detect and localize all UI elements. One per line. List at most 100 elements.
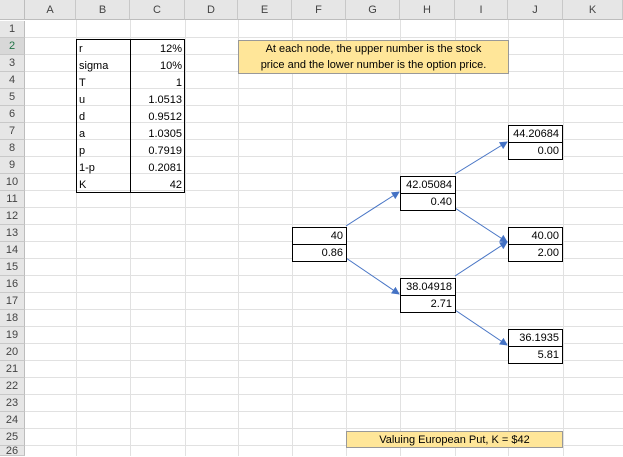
row-header[interactable]: 24 [0, 412, 25, 429]
note-line-1: At each node, the upper number is the st… [265, 43, 482, 55]
tree-node-down[interactable]: 38.04918 2.71 [400, 278, 456, 313]
param-label-k[interactable]: K [76, 176, 130, 193]
column-header-c[interactable]: C [130, 0, 185, 20]
grid-line [25, 411, 623, 412]
param-label-t[interactable]: T [76, 74, 130, 91]
row-header[interactable]: 13 [0, 225, 25, 242]
column-header-d[interactable]: D [185, 0, 238, 20]
node-option-price: 0.86 [321, 246, 343, 259]
param-label-p[interactable]: p [76, 142, 130, 159]
row-header[interactable]: 17 [0, 293, 25, 310]
node-stock-price: 38.04918 [401, 279, 455, 296]
node-option-price: 2.71 [430, 297, 452, 310]
column-header-i[interactable]: I [455, 0, 508, 20]
grid-line [25, 428, 623, 429]
column-header-j[interactable]: J [508, 0, 563, 20]
param-label-a[interactable]: a [76, 125, 130, 142]
row-header[interactable]: 2 [0, 38, 25, 55]
grid-line [455, 20, 456, 456]
grid-line [25, 224, 623, 225]
row-header[interactable]: 5 [0, 89, 25, 106]
row-header[interactable]: 12 [0, 208, 25, 225]
row-header[interactable]: 11 [0, 191, 25, 208]
arrow-down-to-downdown [454, 309, 508, 346]
param-value-u[interactable]: 1.0513 [130, 91, 185, 108]
select-all-corner[interactable] [0, 0, 25, 20]
row-header[interactable]: 26 [0, 445, 25, 457]
grid-line [238, 20, 239, 456]
tree-title[interactable]: Valuing European Put, K = $42 [346, 431, 563, 448]
grid-line [25, 292, 623, 293]
row-header[interactable]: 7 [0, 123, 25, 140]
row-header[interactable]: 9 [0, 157, 25, 174]
param-value-d[interactable]: 0.9512 [130, 108, 185, 125]
row-header[interactable]: 22 [0, 378, 25, 395]
column-header-h[interactable]: H [400, 0, 455, 20]
param-label-1-p[interactable]: 1-p [76, 159, 130, 176]
grid-line [563, 20, 564, 456]
column-header-g[interactable]: G [346, 0, 400, 20]
row-header[interactable]: 3 [0, 55, 25, 72]
explanation-note[interactable]: At each node, the upper number is the st… [238, 40, 509, 74]
tree-node-downdown[interactable]: 36.1935 5.81 [508, 329, 563, 364]
row-header[interactable]: 14 [0, 242, 25, 259]
row-header[interactable]: 23 [0, 395, 25, 412]
row-header[interactable]: 16 [0, 276, 25, 293]
tree-node-upup[interactable]: 44.20684 0.00 [508, 125, 563, 160]
grid-line [400, 20, 401, 456]
note-line-2: price and the lower number is the option… [260, 59, 487, 71]
param-value-t[interactable]: 1 [130, 74, 185, 91]
arrow-up-to-upup [454, 141, 508, 175]
node-stock-price: 44.20684 [509, 126, 562, 143]
grid-line [25, 309, 623, 310]
row-header[interactable]: 15 [0, 259, 25, 276]
column-header-b[interactable]: B [76, 0, 130, 20]
param-value-1-p[interactable]: 0.2081 [130, 159, 185, 176]
tree-node-root[interactable]: 40 0.86 [292, 227, 347, 262]
column-header-e[interactable]: E [238, 0, 292, 20]
spreadsheet[interactable]: A B C D E F G H I J K 1 2 3 4 5 6 7 8 9 … [0, 0, 623, 457]
row-header[interactable]: 18 [0, 310, 25, 327]
column-header-k[interactable]: K [563, 0, 623, 20]
param-value-a[interactable]: 1.0305 [130, 125, 185, 142]
grid-line [25, 37, 623, 38]
param-value-r[interactable]: 12% [130, 40, 185, 57]
param-value-k[interactable]: 42 [130, 176, 185, 193]
param-label-d[interactable]: d [76, 108, 130, 125]
arrow-root-to-up [345, 191, 400, 227]
param-label-r[interactable]: r [76, 40, 130, 57]
grid-line [25, 394, 623, 395]
row-header[interactable]: 4 [0, 72, 25, 89]
tree-node-updown[interactable]: 40.00 2.00 [508, 227, 563, 262]
param-label-u[interactable]: u [76, 91, 130, 108]
grid-line [25, 275, 623, 276]
node-option-price: 2.00 [537, 246, 559, 259]
tree-node-up[interactable]: 42.05084 0.40 [400, 176, 456, 211]
column-header-f[interactable]: F [292, 0, 346, 20]
arrow-root-to-down [345, 257, 400, 295]
arrow-down-to-updown [454, 241, 508, 277]
row-header[interactable]: 1 [0, 21, 25, 38]
node-stock-price: 42.05084 [401, 177, 455, 194]
node-option-price: 5.81 [537, 348, 559, 361]
node-stock-price: 36.1935 [509, 330, 562, 347]
row-header[interactable]: 19 [0, 327, 25, 344]
node-option-price: 0.40 [430, 195, 452, 208]
param-value-sigma[interactable]: 10% [130, 57, 185, 74]
param-value-p[interactable]: 0.7919 [130, 142, 185, 159]
grid-line [185, 20, 186, 456]
node-option-price: 0.00 [537, 144, 559, 157]
row-header[interactable]: 20 [0, 344, 25, 361]
row-header[interactable]: 6 [0, 106, 25, 123]
row-header[interactable]: 8 [0, 140, 25, 157]
param-label-sigma[interactable]: sigma [76, 57, 130, 74]
grid-line [25, 377, 623, 378]
row-header[interactable]: 25 [0, 429, 25, 446]
node-stock-price: 40.00 [509, 228, 562, 245]
column-header-a[interactable]: A [25, 0, 76, 20]
node-stock-price: 40 [293, 228, 346, 245]
arrow-up-to-updown [454, 207, 508, 243]
row-header[interactable]: 21 [0, 361, 25, 378]
row-header[interactable]: 10 [0, 174, 25, 191]
grid-line [25, 326, 623, 327]
